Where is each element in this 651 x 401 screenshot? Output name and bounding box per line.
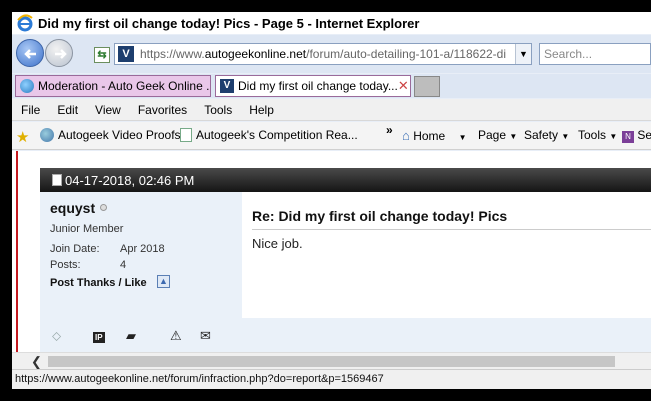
home-icon: ⌂ <box>402 128 410 143</box>
tab-strip: Moderation - Auto Geek Online ... V Did … <box>12 74 651 98</box>
page-border <box>16 151 18 352</box>
tools-label: Tools <box>578 128 607 142</box>
search-input[interactable]: Search... <box>539 43 651 65</box>
warning-icon[interactable]: ⚠ <box>170 328 182 344</box>
onenote-button[interactable]: N Se <box>622 128 651 143</box>
tab-label: Moderation - Auto Geek Online ... <box>38 79 211 93</box>
chevron-down-icon: ▼ <box>509 132 518 141</box>
new-tab-button[interactable] <box>414 76 440 97</box>
browser-window: Did my first oil change today! Pics - Pa… <box>12 12 651 389</box>
chevron-down-icon: ▼ <box>609 132 618 141</box>
internet-explorer-icon <box>17 14 33 32</box>
home-label: Home <box>413 129 446 143</box>
forward-button[interactable] <box>45 39 73 67</box>
post-date: 04-17-2018, 02:46 PM <box>65 172 195 188</box>
address-row: ⇆ V https://www.autogeekonline.net/forum… <box>12 35 651 73</box>
posts-label: Posts: <box>50 259 81 271</box>
star-icon: ★ <box>16 129 30 146</box>
post-body: Re: Did my first oil change today! Pics … <box>252 192 651 318</box>
posts-value: 4 <box>120 259 127 271</box>
tab-moderation[interactable]: Moderation - Auto Geek Online ... <box>15 75 211 97</box>
page-menu-button[interactable]: Page ▼ <box>478 128 517 142</box>
divider <box>252 229 651 230</box>
safety-menu-button[interactable]: Safety ▼ <box>524 128 569 142</box>
join-date-label: Join Date: <box>50 243 100 255</box>
url-text[interactable]: https://www.autogeekonline.net/forum/aut… <box>140 47 506 61</box>
arrow-left-icon <box>24 49 36 59</box>
close-icon[interactable]: ✕ <box>398 78 409 94</box>
ip-icon[interactable]: IP <box>93 332 105 343</box>
post-icon <box>52 174 62 186</box>
status-bar: https://www.autogeekonline.net/forum/inf… <box>12 369 651 389</box>
site-favicon-icon: V <box>220 79 234 93</box>
tab-label: Did my first oil change today... <box>238 79 398 93</box>
chevron-down-icon: ▼ <box>561 132 570 141</box>
favorite-label: Autogeek's Competition Rea... <box>196 128 358 142</box>
user-rank: Junior Member <box>50 223 124 235</box>
post-thanks-label: Post Thanks / Like <box>50 277 147 289</box>
menu-view[interactable]: View <box>95 103 121 117</box>
address-dropdown-button[interactable]: ▼ <box>515 44 531 64</box>
menu-favorites[interactable]: Favorites <box>138 103 187 117</box>
menu-help[interactable]: Help <box>249 103 274 117</box>
post-username[interactable]: equyst <box>50 200 95 216</box>
offline-status-icon <box>100 204 107 211</box>
scroll-left-icon[interactable]: ❮ <box>31 354 42 370</box>
join-date-value: Apr 2018 <box>120 243 165 255</box>
home-button[interactable]: ⌂ Home ▼ <box>402 128 466 143</box>
horizontal-scrollbar[interactable]: ❮ <box>12 352 651 369</box>
menu-bar: File Edit View Favorites Tools Help <box>12 99 651 121</box>
favorites-star-button[interactable]: ★ <box>16 128 29 146</box>
onenote-icon: N <box>622 131 634 143</box>
post-text: Nice job. <box>252 236 303 251</box>
chevron-more-icon[interactable]: » <box>386 123 393 137</box>
safety-label: Safety <box>524 128 559 142</box>
tab-oil-change[interactable]: V Did my first oil change today... ✕ <box>215 75 411 97</box>
url-prefix: https://www. <box>140 47 205 61</box>
menu-tools[interactable]: Tools <box>204 103 232 117</box>
site-favicon-icon: V <box>118 46 134 62</box>
compatibility-view-icon[interactable]: ⇆ <box>94 47 110 63</box>
expand-thanks-button[interactable]: ▲ <box>157 275 170 288</box>
page-icon <box>180 128 192 142</box>
menu-edit[interactable]: Edit <box>57 103 78 117</box>
tools-menu-button[interactable]: Tools ▼ <box>578 128 617 142</box>
globe-icon <box>40 128 54 142</box>
user-info-panel: equyst Junior Member Join Date: Apr 2018… <box>40 192 242 318</box>
favorite-video-proofs[interactable]: Autogeek Video Proofs <box>40 128 181 142</box>
extra-label: Se <box>637 128 651 142</box>
post-title: Re: Did my first oil change today! Pics <box>252 208 508 224</box>
arrow-right-icon <box>55 49 67 59</box>
reputation-icon[interactable]: ▰ <box>126 328 136 344</box>
post-actions-bar: ⬦ IP ▰ ⚠ ✉ <box>40 318 651 352</box>
favorites-bar: ★ Autogeek Video Proofs Autogeek's Compe… <box>12 122 651 150</box>
menu-file[interactable]: File <box>21 103 40 117</box>
back-button[interactable] <box>16 39 44 67</box>
web-page: 04-17-2018, 02:46 PM equyst Junior Membe… <box>12 151 651 352</box>
tag-icon[interactable]: ⬦ <box>52 328 61 344</box>
window-title: Did my first oil change today! Pics - Pa… <box>38 15 420 31</box>
address-bar[interactable]: V https://www.autogeekonline.net/forum/a… <box>114 43 532 65</box>
url-domain: autogeekonline.net <box>204 47 307 61</box>
url-path: /forum/auto-detailing-101-a/118622-did-m… <box>306 47 506 61</box>
title-bar: Did my first oil change today! Pics - Pa… <box>12 12 651 34</box>
scroll-thumb[interactable] <box>48 356 615 367</box>
report-post-icon[interactable]: ✉ <box>200 328 211 344</box>
post-header: 04-17-2018, 02:46 PM <box>40 168 651 192</box>
favorite-label: Autogeek Video Proofs <box>58 128 181 142</box>
page-label: Page <box>478 128 507 142</box>
favorite-competition[interactable]: Autogeek's Competition Rea... <box>180 128 358 142</box>
globe-icon <box>20 79 34 93</box>
chevron-down-icon: ▼ <box>458 133 467 142</box>
